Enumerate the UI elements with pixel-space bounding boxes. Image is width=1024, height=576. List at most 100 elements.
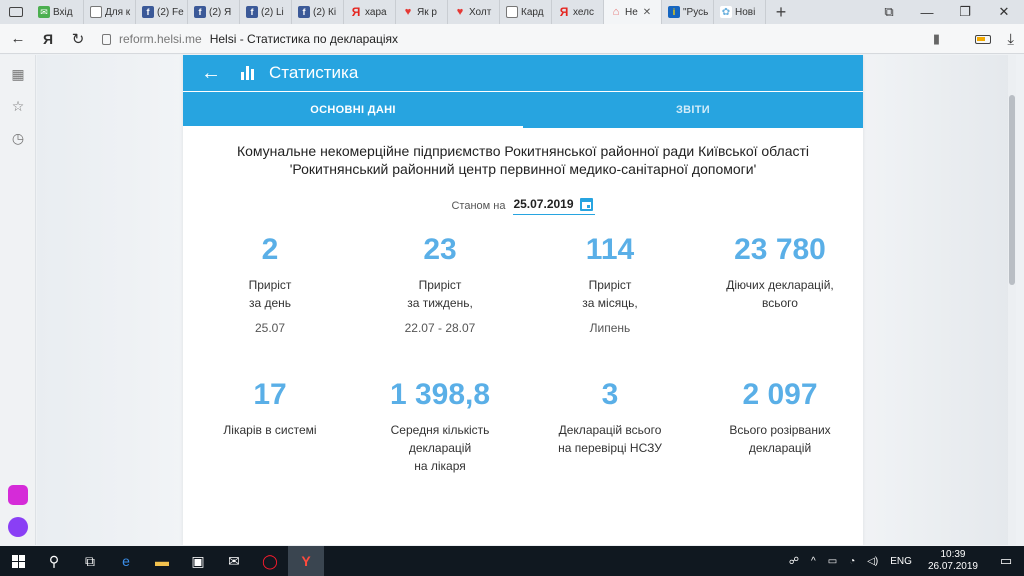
reload-icon[interactable]: ↻ (66, 30, 90, 48)
lock-icon (102, 33, 111, 45)
stat-label-line: на лікаря (414, 459, 466, 473)
battery-icon[interactable]: ▭ (828, 556, 837, 567)
browser-tab[interactable]: ♥ Як р (396, 0, 448, 24)
browser-tab[interactable]: f (2) Fe (136, 0, 188, 24)
browser-tab[interactable]: Яхелс (552, 0, 604, 24)
back-arrow-icon[interactable]: ← (6, 30, 30, 47)
rus-favicon-icon: i (668, 6, 680, 18)
history-clock-icon[interactable]: ◷ (9, 129, 27, 147)
clock-time: 10:39 (940, 549, 966, 560)
stat-block: 3 Декларацій всього на перевірці НСЗУ (525, 378, 695, 457)
section-tabs: Основні дані Звіти (183, 92, 863, 128)
tab-reports[interactable]: Звіти (523, 92, 863, 128)
close-icon[interactable]: ✕ (984, 4, 1024, 20)
browser-tab[interactable]: Яхара (344, 0, 396, 24)
battery-saver-icon[interactable] (975, 34, 992, 44)
browser-tab[interactable]: ✿ Нові (714, 0, 766, 24)
stat-label-line: всього (762, 296, 798, 310)
browser-tab[interactable]: i "Русь (662, 0, 714, 24)
windows-logo-icon (11, 554, 25, 568)
browser-tab[interactable]: ✉ Вхід (32, 0, 84, 24)
browser-tab[interactable]: f (2) Кі (292, 0, 344, 24)
address-bar: ← Я ↻ reform.helsi.me Helsi - Статистика… (0, 24, 1024, 54)
star-icon[interactable]: ☆ (9, 97, 27, 115)
yandex-logo-icon[interactable]: Я (36, 31, 60, 47)
alice-assistant-icon[interactable] (8, 517, 28, 537)
ya-favicon-icon: Я (351, 5, 361, 19)
edge-icon[interactable]: e (108, 546, 144, 576)
browser-tab-label: Як р (417, 6, 437, 18)
task-view-icon[interactable]: ⧉ (72, 546, 108, 576)
browser-tab-label: Вхід (53, 6, 73, 18)
scrollbar[interactable] (1008, 55, 1016, 545)
browser-tab[interactable]: f (2) Li (240, 0, 292, 24)
start-button[interactable] (0, 546, 36, 576)
stat-label-line: Всього розірваних (729, 423, 831, 437)
tab-list: ✉ Вхід Для к f (2) Fe f (2) Яf (2) Li f (2) Кі Яха… (32, 0, 766, 24)
back-arrow-icon[interactable]: ← (201, 62, 221, 85)
bookmarks-panel-icon[interactable]: ⧉ (870, 4, 908, 20)
date-field[interactable]: 25.07.2019 (513, 197, 595, 215)
window-controls: ⧉ — ❐ ✕ (870, 0, 1024, 24)
stat-value: 2 097 (742, 378, 818, 411)
address-domain: reform.helsi.me (119, 32, 202, 46)
tab-close-icon[interactable]: ✕ (643, 7, 651, 18)
minimize-icon[interactable]: — (908, 5, 946, 20)
stat-block: 17 Лікарів в системі (185, 378, 355, 439)
stat-label-line: Середня кількість (390, 423, 490, 437)
mail-icon[interactable]: ✉ (216, 546, 252, 576)
stat-label-line: за день (248, 296, 292, 310)
browser-tab-label: (2) Li (261, 6, 284, 18)
browser-sidebar: ▦ ☆ ◷ (0, 55, 36, 545)
stat-value: 23 780 (734, 233, 826, 266)
doc-favicon-icon (90, 6, 102, 18)
stat-label: Всього розірваних декларацій (695, 421, 865, 457)
browser-tab[interactable]: Кард (500, 0, 552, 24)
opera-icon[interactable]: ◯ (252, 546, 288, 576)
stat-value: 114 (585, 233, 635, 266)
yandex-browser-icon[interactable]: Y (288, 546, 324, 576)
omnibox[interactable]: reform.helsi.me Helsi - Статистика по де… (102, 28, 940, 50)
stat-period: 25.07 (254, 321, 286, 335)
store-icon[interactable]: ▣ (180, 546, 216, 576)
browser-tab[interactable]: ♥ Холт (448, 0, 500, 24)
browser-tab-label: хара (365, 6, 387, 18)
browser-tab-label: (2) Кі (313, 6, 337, 18)
browser-tab-strip: ✉ Вхід Для к f (2) Fe f (2) Яf (2) Li f (2) Кі Яха… (0, 0, 1024, 24)
people-icon[interactable]: ☍ (789, 556, 799, 567)
tab-main-data[interactable]: Основні дані (183, 92, 523, 128)
tabs-overview-icon[interactable] (0, 0, 32, 24)
bookmark-icon[interactable]: ▮ (933, 31, 940, 47)
nov-favicon-icon: ✿ (720, 6, 732, 18)
file-explorer-icon[interactable]: ▬ (144, 546, 180, 576)
browser-tab-label: (2) Fe (157, 6, 184, 18)
volume-icon[interactable]: ◁) (867, 556, 878, 567)
organization-name: Комунальне некомерційне підприємство Рок… (183, 142, 863, 178)
restore-icon[interactable]: ❐ (946, 4, 984, 20)
grid-apps-icon[interactable]: ▦ (9, 65, 27, 83)
browser-tab[interactable]: Для к (84, 0, 136, 24)
notifications-icon[interactable]: ▭ (994, 553, 1018, 569)
calendar-icon[interactable] (579, 197, 593, 211)
gmail-favicon-icon: ✉ (38, 6, 50, 18)
tray-expand-icon[interactable]: ^ (811, 556, 816, 567)
network-icon[interactable]: ◔ (849, 556, 855, 567)
stat-value: 3 (601, 378, 619, 411)
download-icon[interactable]: ⤓ (1007, 31, 1014, 48)
windows-taskbar: ⚲ ⧉ e ▬ ▣ ✉ ◯ Y ☍ ^ ▭ ◔ ◁) ENG 10:39 26.… (0, 546, 1024, 576)
stat-label: Приріст за день (185, 276, 355, 312)
browser-tab[interactable]: f (2) Я (188, 0, 240, 24)
scrollbar-thumb[interactable] (1009, 95, 1015, 285)
stat-block: 2 097 Всього розірваних декларацій (695, 378, 865, 457)
new-tab-button[interactable]: + (766, 0, 796, 24)
alice-home-icon[interactable] (8, 485, 28, 505)
clock[interactable]: 10:39 26.07.2019 (928, 549, 978, 573)
language-indicator[interactable]: ENG (890, 556, 912, 567)
browser-tab[interactable]: ⌂ Не ✕ (604, 0, 662, 24)
search-icon[interactable]: ⚲ (36, 546, 72, 576)
browser-tab-label: Кард (521, 6, 544, 18)
statistics-card: ← Статистика Основні дані Звіти Комуналь… (183, 55, 863, 545)
address-bar-actions: ⤓ (975, 24, 1014, 54)
stat-label-line: Приріст (248, 278, 292, 292)
stat-label: Лікарів в системі (185, 421, 355, 439)
